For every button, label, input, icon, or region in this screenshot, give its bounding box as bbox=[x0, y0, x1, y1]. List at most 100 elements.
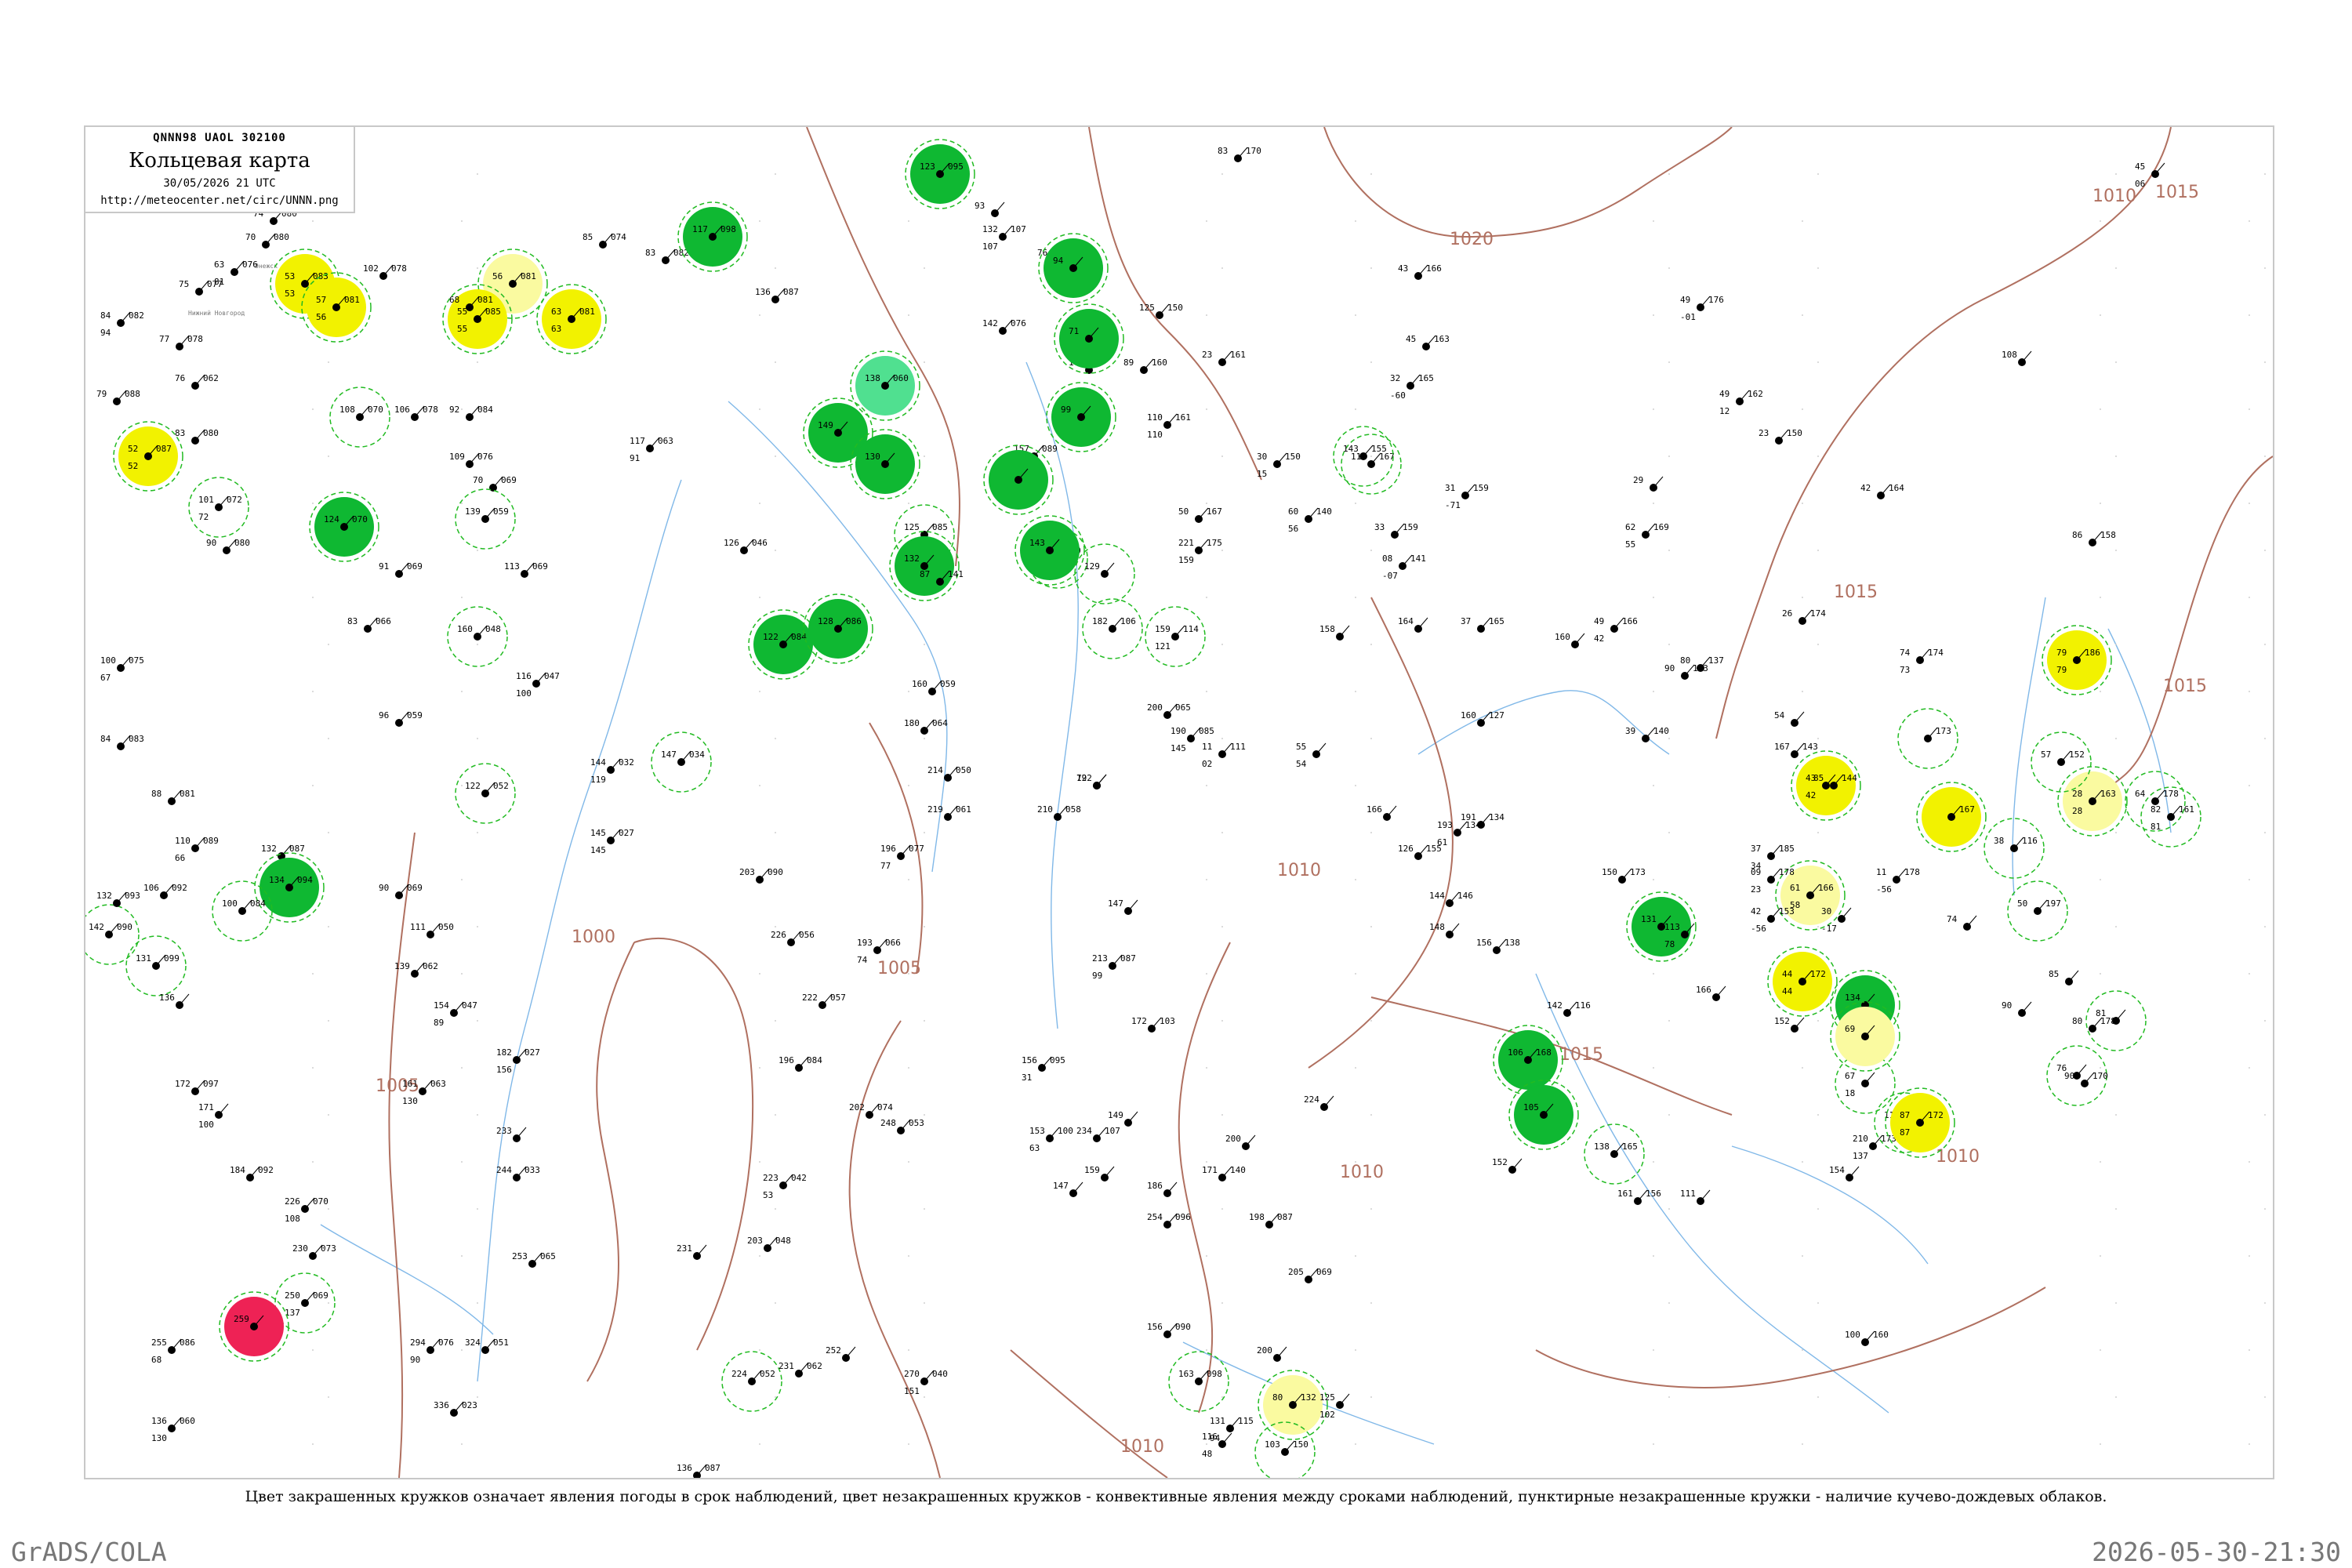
station-plot[interactable]: 50 197 bbox=[2007, 880, 2068, 942]
station-plot[interactable]: 109 076 bbox=[449, 452, 493, 468]
station-plot[interactable]: 219 061 bbox=[927, 804, 971, 821]
station-plot[interactable]: 160 048 bbox=[447, 606, 508, 667]
station-plot[interactable]: 100 075 67 bbox=[100, 655, 144, 683]
station-plot[interactable]: 37 165 bbox=[1461, 616, 1504, 633]
station-plot[interactable]: 154 bbox=[1829, 1165, 1860, 1181]
station-plot[interactable]: 159 bbox=[1084, 1165, 1115, 1181]
station-plot[interactable]: 156 138 bbox=[1476, 938, 1520, 954]
station-plot[interactable]: 43 166 bbox=[1398, 263, 1442, 280]
station-plot[interactable]: 108 070 bbox=[329, 387, 390, 448]
station-plot[interactable]: 136 087 bbox=[677, 1463, 720, 1478]
station-plot[interactable]: 138 165 bbox=[1584, 1123, 1645, 1185]
station-plot[interactable]: 94 bbox=[1038, 233, 1109, 303]
station-plot[interactable]: 126 155 bbox=[1398, 844, 1442, 860]
station-plot[interactable]: 154 047 89 bbox=[434, 1000, 477, 1028]
station-plot[interactable]: 132 093 bbox=[96, 891, 140, 907]
station-plot[interactable]: 131 099 bbox=[125, 935, 187, 996]
station-plot[interactable]: 110 089 66 bbox=[175, 836, 219, 863]
station-plot[interactable]: 167 143 bbox=[1774, 742, 1818, 758]
station-plot[interactable]: 166 bbox=[1696, 985, 1726, 1001]
station-plot[interactable]: 203 048 bbox=[747, 1236, 791, 1252]
station-plot[interactable]: 244 033 bbox=[496, 1165, 540, 1181]
station-plot[interactable]: 130 bbox=[850, 429, 920, 499]
station-plot[interactable]: 60 140 56 bbox=[1288, 506, 1332, 534]
station-plot[interactable]: 62 169 55 bbox=[1625, 522, 1669, 550]
station-plot[interactable]: 147 bbox=[1108, 898, 1138, 915]
station-plot[interactable]: 49 176 -01 bbox=[1680, 295, 1724, 322]
station-plot[interactable]: 224 052 bbox=[721, 1351, 782, 1412]
station-plot[interactable]: 223 042 53 bbox=[763, 1173, 807, 1200]
station-plot[interactable]: 160 059 bbox=[912, 679, 956, 695]
station-plot[interactable]: 83 066 bbox=[347, 616, 391, 633]
station-plot[interactable]: 49 162 12 bbox=[1719, 389, 1763, 416]
station-plot[interactable]: 90 080 bbox=[206, 538, 250, 554]
station-plot[interactable]: 29 bbox=[1633, 475, 1664, 492]
station-plot[interactable]: 102 078 bbox=[363, 263, 407, 280]
station-plot[interactable]: 110 161 110 bbox=[1147, 412, 1191, 440]
station-plot[interactable]: 105 bbox=[1508, 1080, 1579, 1150]
station-plot[interactable]: 111 bbox=[1680, 1189, 1711, 1205]
station-plot[interactable]: 125 150 bbox=[1139, 303, 1183, 319]
station-plot[interactable]: 142 076 bbox=[982, 318, 1026, 335]
map-canvas[interactable]: 1020101510151015101510151010101010101010… bbox=[85, 127, 2273, 1478]
station-plot[interactable]: 164 bbox=[1398, 616, 1428, 633]
station-plot[interactable]: 26 174 bbox=[1782, 608, 1826, 625]
station-plot[interactable]: 158 bbox=[1319, 624, 1350, 641]
header-url[interactable]: http://meteocenter.net/circ/UNNN.png bbox=[85, 194, 354, 207]
station-plot[interactable]: 248 053 bbox=[880, 1118, 924, 1134]
station-plot[interactable]: 259 bbox=[219, 1291, 289, 1362]
station-plot[interactable]: 74 174 73 bbox=[1900, 648, 1944, 675]
station-plot[interactable]: 167 bbox=[1916, 782, 1987, 852]
station-plot[interactable]: 101 072 72 bbox=[188, 477, 249, 538]
station-plot[interactable]: 69 bbox=[1830, 1001, 1900, 1072]
station-plot[interactable]: 122 084 bbox=[748, 609, 818, 680]
station-plot[interactable]: 52 087 52 bbox=[113, 421, 183, 492]
station-plot[interactable]: 39 140 bbox=[1625, 726, 1669, 742]
station-plot[interactable]: 90 069 bbox=[379, 883, 423, 899]
station-plot[interactable]: 80 178 bbox=[2072, 1016, 2116, 1033]
station-plot[interactable]: 172 097 bbox=[175, 1079, 219, 1095]
station-plot[interactable]: 203 090 bbox=[739, 867, 783, 884]
station-plot[interactable]: 71 bbox=[1054, 303, 1124, 374]
station-plot[interactable]: 150 173 bbox=[1602, 867, 1646, 884]
station-plot[interactable]: 230 073 bbox=[292, 1243, 336, 1260]
station-plot[interactable]: 172 103 bbox=[1131, 1016, 1175, 1033]
station-plot[interactable]: 106 092 bbox=[143, 883, 187, 899]
station-plot[interactable]: 85 bbox=[2049, 969, 2079, 985]
station-plot[interactable]: 180 064 bbox=[904, 718, 948, 735]
station-plot[interactable]: 144 032 119 bbox=[590, 757, 634, 785]
station-plot[interactable]: 54 bbox=[1774, 710, 1805, 727]
station-plot[interactable]: 226 070 108 bbox=[285, 1196, 328, 1224]
station-plot[interactable]: 152 bbox=[1774, 1016, 1805, 1033]
station-plot[interactable]: 132 087 bbox=[261, 844, 305, 860]
station-plot[interactable]: 202 074 bbox=[849, 1102, 893, 1119]
station-plot[interactable]: 210 173137 bbox=[1853, 1134, 1896, 1161]
station-plot[interactable]: 171 100 bbox=[198, 1102, 229, 1130]
station-plot[interactable]: 139 059 bbox=[455, 488, 516, 550]
station-plot[interactable]: 63 081 63 bbox=[536, 284, 607, 354]
station-plot[interactable]: 116 48 bbox=[1202, 1432, 1232, 1459]
station-plot[interactable]: 88 081 bbox=[151, 789, 195, 805]
station-plot[interactable]: 28 163 28 bbox=[2057, 766, 2128, 837]
station-plot[interactable]: 84 082 94 bbox=[100, 310, 144, 338]
station-plot[interactable]: 42 153 -56 bbox=[1751, 906, 1795, 934]
station-plot[interactable]: 44 172 44 bbox=[1767, 946, 1838, 1017]
station-plot[interactable]: 163 098 bbox=[1168, 1351, 1229, 1412]
station-plot[interactable]: 186 bbox=[1147, 1181, 1178, 1197]
station-plot[interactable]: 38 116 bbox=[1984, 818, 2045, 879]
station-plot[interactable]: 142 090 bbox=[85, 904, 140, 965]
station-plot[interactable]: 139 062 bbox=[394, 961, 438, 978]
station-plot[interactable]: 11 11102 bbox=[1202, 742, 1246, 769]
station-plot[interactable]: 75 077 Нижний Новгород bbox=[179, 279, 245, 317]
station-plot[interactable]: 128 086 bbox=[803, 593, 873, 664]
station-plot[interactable]: 205 069 bbox=[1288, 1267, 1332, 1283]
station-plot[interactable]: 147 bbox=[1053, 1181, 1083, 1197]
station-plot[interactable]: 106 168 bbox=[1493, 1025, 1563, 1095]
station-plot[interactable]: 234 107 bbox=[1076, 1126, 1120, 1142]
station-plot[interactable]: 152 bbox=[1492, 1157, 1523, 1174]
station-plot[interactable]: 226 056 bbox=[771, 930, 815, 946]
station-plot[interactable]: 23 161 bbox=[1202, 350, 1246, 366]
station-plot[interactable]: 182 106 bbox=[1082, 598, 1143, 659]
station-plot[interactable]: 200 065 bbox=[1147, 702, 1191, 719]
station-plot[interactable]: 30 150 15 bbox=[1257, 452, 1301, 479]
